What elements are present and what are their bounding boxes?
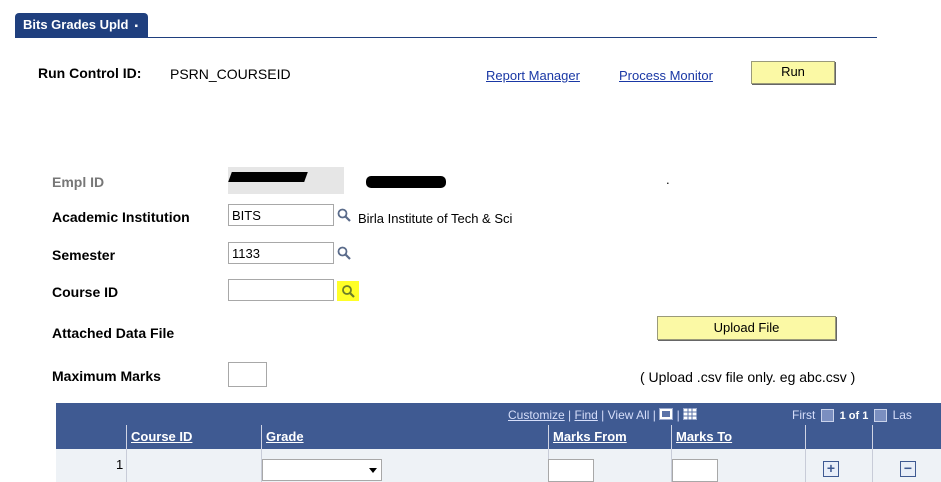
run-button[interactable]: Run: [751, 61, 835, 84]
grid-toolbar: Customize | Find | View All | | First 1 …: [56, 403, 941, 425]
chevron-down-icon: [369, 468, 377, 473]
maximum-marks-label: Maximum Marks: [52, 368, 161, 384]
redacted-name: [366, 176, 446, 188]
attached-data-file-label: Attached Data File: [52, 325, 175, 341]
customize-link[interactable]: Customize: [508, 408, 565, 422]
course-id-input[interactable]: [228, 279, 334, 301]
empl-id-field: [228, 167, 344, 194]
empl-id-label: Empl ID: [52, 174, 105, 190]
maximum-marks-input[interactable]: [228, 362, 267, 387]
course-id-lookup-icon[interactable]: [337, 281, 359, 301]
report-manager-link[interactable]: Report Manager: [486, 68, 580, 83]
row-count: 1 of 1: [839, 410, 869, 422]
academic-institution-input[interactable]: BITS: [228, 204, 334, 226]
grid-view-icon[interactable]: [683, 408, 698, 420]
view-all-link[interactable]: View All: [608, 408, 650, 422]
marks-to-input[interactable]: [672, 459, 718, 482]
column-header-marks-to[interactable]: Marks To: [671, 425, 805, 449]
grade-select[interactable]: [262, 459, 382, 481]
column-header-marks-from[interactable]: Marks From: [548, 425, 671, 449]
next-icon[interactable]: [873, 409, 887, 423]
course-id-label: Course ID: [52, 284, 119, 300]
semester-lookup-icon[interactable]: [337, 246, 351, 260]
marks-from-input[interactable]: [548, 459, 594, 482]
grid-toolbar-links: Customize | Find | View All | |: [508, 407, 698, 422]
semester-input[interactable]: 1133: [228, 242, 334, 264]
delete-row-button[interactable]: −: [900, 461, 916, 477]
run-control-id-value: PSRN_COURSEID: [170, 66, 291, 82]
toolbar-separator: |: [564, 408, 575, 422]
download-icon[interactable]: [659, 408, 674, 420]
last-label[interactable]: Las: [893, 408, 912, 422]
tab-dot: ▪: [134, 21, 139, 32]
redaction-mark: [228, 172, 308, 182]
first-label[interactable]: First: [792, 408, 815, 422]
grid-header: Course ID Grade Marks From Marks To: [56, 425, 941, 449]
find-link[interactable]: Find: [574, 408, 597, 422]
column-header-add: [805, 425, 872, 449]
upload-file-button[interactable]: Upload File: [657, 316, 836, 340]
column-header-grade[interactable]: Grade: [261, 425, 548, 449]
tab-underline: [15, 37, 877, 38]
process-monitor-link[interactable]: Process Monitor: [619, 68, 713, 83]
academic-institution-description: Birla Institute of Tech & Sci: [358, 211, 513, 226]
academic-institution-lookup-icon[interactable]: [337, 208, 351, 222]
toolbar-separator: |: [597, 408, 608, 422]
column-header-course-id[interactable]: Course ID: [126, 425, 261, 449]
tab-bits-grades-upld[interactable]: Bits Grades Upld ▪: [15, 13, 149, 37]
row-number: 1: [116, 457, 124, 472]
toolbar-separator: |: [649, 408, 660, 422]
add-row-button[interactable]: +: [823, 461, 839, 477]
empl-id-trailing: .: [666, 172, 670, 187]
table-row: 1 + −: [56, 449, 941, 482]
run-control-id-label: Run Control ID:: [38, 65, 142, 81]
tab-label: Bits Grades Upld: [23, 17, 129, 32]
semester-label: Semester: [52, 247, 116, 263]
grid-pagination: First 1 of 1 Las: [792, 407, 912, 423]
academic-institution-label: Academic Institution: [52, 209, 190, 225]
previous-icon[interactable]: [820, 409, 834, 423]
upload-hint-text: ( Upload .csv file only. eg abc.csv ): [640, 369, 856, 385]
column-header-delete: [872, 425, 941, 449]
